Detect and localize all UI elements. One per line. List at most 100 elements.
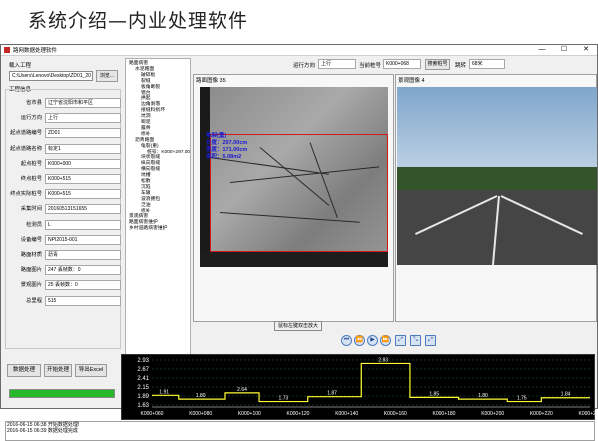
progress-fill — [10, 390, 114, 397]
previous-frame-button[interactable]: ⏪ — [354, 335, 365, 346]
info-key: 终点桩号 — [20, 176, 42, 182]
info-key: 起点道路名称 — [10, 145, 42, 152]
info-value[interactable]: K000+515 — [45, 189, 121, 200]
jump-field[interactable]: 68米 — [469, 59, 505, 69]
search-station-button[interactable]: 搜索桩号 — [425, 59, 450, 70]
close-button[interactable]: ✕ — [575, 45, 597, 55]
image-edge-bottom — [200, 251, 388, 267]
info-key: 路面图片 — [20, 267, 42, 274]
toolbar: 运行方向 上行 当前桩号 K000+068 搜索桩号 跳转 68米 — [193, 57, 597, 73]
browse-button[interactable]: 浏览... — [96, 70, 118, 82]
x-tick-label: K000+200 — [481, 411, 504, 417]
y-tick-label: 2.15 — [137, 385, 149, 391]
info-value[interactable]: 20160513151655 — [45, 204, 121, 215]
x-tick-label: K000+060 — [141, 411, 164, 417]
project-panel: 载入工程 C:\Users\Lenovo\Desktop\ZD01_20 浏览.… — [5, 61, 121, 351]
x-tick-label: K000+160 — [384, 411, 407, 417]
info-key: 设备编号 — [20, 236, 42, 243]
x-tick-label: K000+120 — [287, 411, 310, 417]
info-value[interactable]: 标定1 — [45, 143, 121, 154]
info-key: 省市县 — [26, 100, 42, 106]
data-label: 1.73 — [279, 396, 289, 402]
minimize-button[interactable]: — — [531, 45, 553, 55]
data-label: 1.80 — [196, 393, 206, 399]
info-value[interactable]: L — [45, 219, 121, 230]
first-frame-button[interactable]: ⏮ — [341, 335, 352, 346]
play-button[interactable]: ▶ — [367, 335, 378, 346]
info-key: 起点桩号 — [20, 160, 42, 167]
measure-width: 宽度：171.00cm — [206, 147, 248, 153]
iri-chart[interactable]: 2.93 2.67 2.41 2.15 1.89 1.63 K000+060 K000+080… — [121, 354, 598, 420]
info-row: 起点道路编号 ZD01 — [8, 128, 121, 139]
y-tick-label: 1.63 — [137, 403, 149, 409]
info-key: 检测员 — [26, 221, 42, 228]
info-row: 起点道路名称 标定1 — [8, 143, 121, 155]
info-row: 设备编号 NPI2015-001 — [8, 234, 121, 246]
info-key: 运行方向 — [20, 115, 42, 122]
data-label: 1.91 — [159, 389, 169, 395]
info-value[interactable]: 沥青 — [45, 250, 121, 260]
x-tick-label: K000+240 — [579, 411, 596, 417]
info-value[interactable]: K000+515 — [45, 174, 121, 184]
info-row: 路面图片 247 丢帧数：0 — [8, 265, 121, 276]
direction-field[interactable]: 上行 — [318, 59, 356, 69]
info-value[interactable]: 辽宁省沈阳市和平区 — [45, 98, 121, 108]
data-label: 1.85 — [429, 391, 439, 397]
info-row: 总里程 515 — [8, 295, 121, 307]
road-surface-image[interactable]: 龟裂(重) 长度：297.00cm 宽度：171.00cm 面积：5.08m2 — [200, 87, 388, 267]
info-value[interactable]: 515 — [45, 295, 121, 306]
shrink-view-button[interactable]: ⤡ — [410, 335, 421, 346]
tree-node[interactable]: 乡村道路病害维护 — [129, 226, 167, 232]
station-label: 当前桩号 — [359, 63, 382, 69]
station-field[interactable]: K000+068 — [383, 59, 421, 69]
direction-label: 运行方向 — [293, 63, 316, 69]
app-window: 路网数据处理软件 — ☐ ✕ 载入工程 C:\Users\Lenovo\Desk… — [0, 44, 598, 441]
info-value[interactable]: NPI2015-001 — [45, 234, 121, 245]
data-process-button[interactable]: 数据处理 — [7, 364, 41, 377]
y-tick-label: 2.67 — [137, 367, 149, 373]
x-tick-label: K000+220 — [530, 411, 553, 417]
data-label: 1.84 — [561, 392, 571, 398]
fit-view-button[interactable]: ⤢ — [395, 335, 406, 346]
data-label: 2.83 — [378, 357, 388, 363]
info-key: 终点实际桩号 — [10, 191, 42, 198]
double-click-zoom-button[interactable]: 鼠标左键双击放大 — [274, 321, 322, 331]
info-key: 总里程 — [26, 297, 42, 304]
measure-area: 面积：5.08m2 — [206, 154, 242, 160]
start-process-button[interactable]: 开始处理 — [44, 364, 72, 377]
app-icon — [4, 47, 10, 53]
road-image-panel: 路面图像 35 龟裂(重) 长度：297.00cm 宽度：171.00cm 面积… — [193, 74, 394, 331]
measurement-overlay: 龟裂(重) 长度：297.00cm 宽度：171.00cm 面积：5.08m2 — [206, 133, 247, 161]
scene-image-title: 景观图像 4 — [398, 78, 425, 84]
data-label: 2.64 — [237, 387, 247, 393]
scene-image[interactable] — [397, 87, 597, 265]
info-row: 省市县 辽宁省沈阳市和平区 — [8, 98, 121, 109]
data-label: 1.75 — [517, 396, 527, 402]
y-tick-label: 2.41 — [137, 376, 149, 382]
info-row: 运行方向 上行 — [8, 113, 121, 124]
disease-tree[interactable]: 路面病害 水泥路面 破碎板 裂缝 板角断裂 错台 拱起 边角剥落 接缝料损坏 坑洞 唧泥 露骨 修补 沥青… — [125, 58, 191, 355]
project-path-input[interactable]: C:\Users\Lenovo\Desktop\ZD01_20 — [9, 71, 93, 81]
info-value[interactable]: ZD01 — [45, 128, 121, 139]
info-value[interactable]: K000+000 — [45, 158, 121, 169]
info-value[interactable]: 247 丢帧数：0 — [45, 265, 121, 276]
info-key: 起点道路编号 — [10, 130, 42, 137]
image-edge-left — [200, 87, 210, 267]
next-frame-button[interactable]: ⏩ — [380, 335, 391, 346]
export-excel-button[interactable]: 导出Excel — [75, 364, 107, 377]
maximize-button[interactable]: ☐ — [553, 45, 575, 55]
info-value[interactable]: 上行 — [45, 113, 121, 124]
data-label: 1.80 — [478, 393, 488, 399]
x-tick-label: K000+100 — [238, 411, 261, 417]
window-title: 路网数据处理软件 — [13, 48, 58, 54]
log-line: 2016-06-15 06:39 数据处理完成 — [7, 428, 78, 434]
info-key: 景观图片 — [20, 282, 42, 289]
chart-svg: 2.93 2.67 2.41 2.15 1.89 1.63 K000+060 K000+080… — [137, 357, 598, 417]
info-row: 终点桩号 K000+515 — [8, 174, 121, 185]
expand-view-button[interactable]: ⤢ — [425, 335, 436, 346]
measure-title: 龟裂(重) — [206, 133, 227, 139]
info-value[interactable]: 25 丢帧数：0 — [45, 280, 121, 291]
info-row: 终点实际桩号 K000+515 — [8, 189, 121, 200]
info-key: 采集时间 — [20, 206, 42, 213]
title-bar: 路网数据处理软件 — ☐ ✕ — [1, 45, 597, 56]
